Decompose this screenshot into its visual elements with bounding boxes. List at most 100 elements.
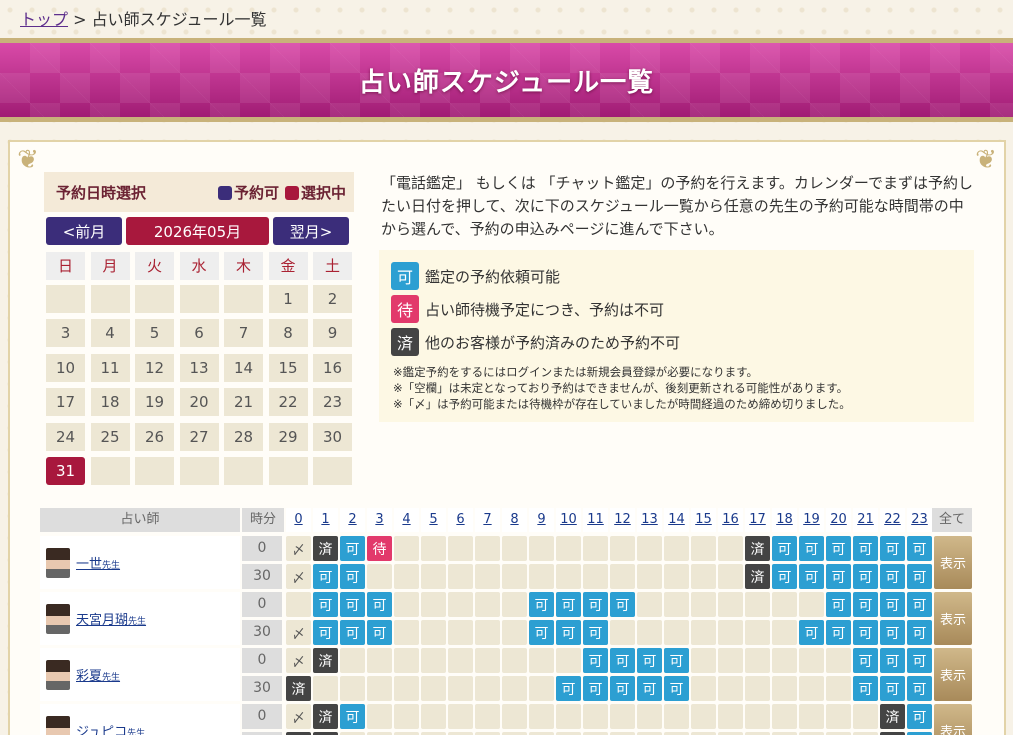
calendar-day[interactable]: 4 bbox=[90, 319, 130, 348]
hour-link[interactable]: 22 bbox=[880, 508, 905, 532]
available-slot[interactable]: 可 bbox=[880, 676, 905, 701]
hour-link[interactable]: 0 bbox=[286, 508, 311, 532]
avatar[interactable] bbox=[46, 603, 70, 634]
hour-link[interactable]: 16 bbox=[718, 508, 743, 532]
calendar-day[interactable]: 14 bbox=[224, 353, 263, 382]
fortune-teller-name[interactable]: 天宮月瑚 bbox=[76, 613, 128, 628]
available-slot[interactable]: 可 bbox=[637, 648, 662, 673]
available-slot[interactable]: 可 bbox=[556, 620, 581, 645]
show-button[interactable]: 表示 bbox=[934, 648, 972, 701]
available-slot[interactable]: 可 bbox=[907, 648, 932, 673]
calendar-day[interactable]: 1 bbox=[268, 285, 308, 313]
available-slot[interactable]: 可 bbox=[610, 648, 635, 673]
available-slot[interactable]: 可 bbox=[799, 564, 824, 589]
fortune-teller-link[interactable]: 彩夏先生 bbox=[76, 665, 120, 684]
calendar-day[interactable]: 28 bbox=[224, 422, 263, 451]
available-slot[interactable]: 可 bbox=[826, 536, 851, 561]
calendar-day[interactable]: 12 bbox=[135, 353, 174, 382]
available-slot[interactable]: 可 bbox=[529, 592, 554, 617]
hour-link[interactable]: 18 bbox=[772, 508, 797, 532]
calendar-day[interactable]: 18 bbox=[90, 388, 130, 417]
available-slot[interactable]: 可 bbox=[907, 620, 932, 645]
show-button[interactable]: 表示 bbox=[934, 536, 972, 589]
available-slot[interactable]: 可 bbox=[556, 592, 581, 617]
available-slot[interactable]: 可 bbox=[907, 592, 932, 617]
available-slot[interactable]: 可 bbox=[880, 564, 905, 589]
available-slot[interactable]: 可 bbox=[853, 564, 878, 589]
available-slot[interactable]: 可 bbox=[826, 592, 851, 617]
hour-link[interactable]: 1 bbox=[313, 508, 338, 532]
available-slot[interactable]: 可 bbox=[610, 676, 635, 701]
calendar-day[interactable]: 23 bbox=[313, 388, 352, 417]
calendar-day[interactable]: 17 bbox=[46, 388, 85, 417]
available-slot[interactable]: 可 bbox=[583, 592, 608, 617]
available-slot[interactable]: 可 bbox=[907, 704, 932, 729]
calendar-day[interactable]: 11 bbox=[90, 353, 130, 382]
calendar-day[interactable]: 5 bbox=[135, 319, 174, 348]
hour-link[interactable]: 19 bbox=[799, 508, 824, 532]
fortune-teller-name[interactable]: 彩夏 bbox=[76, 669, 102, 684]
fortune-teller-name[interactable]: 一世 bbox=[76, 557, 102, 572]
available-slot[interactable]: 可 bbox=[880, 536, 905, 561]
available-slot[interactable]: 可 bbox=[367, 620, 392, 645]
calendar-day[interactable]: 19 bbox=[135, 388, 174, 417]
calendar-day[interactable]: 3 bbox=[46, 319, 85, 348]
hour-link[interactable]: 21 bbox=[853, 508, 878, 532]
available-slot[interactable]: 可 bbox=[799, 620, 824, 645]
available-slot[interactable]: 可 bbox=[664, 676, 689, 701]
hour-link[interactable]: 4 bbox=[394, 508, 419, 532]
calendar-day[interactable]: 31 bbox=[46, 457, 85, 485]
available-slot[interactable]: 可 bbox=[556, 676, 581, 701]
calendar-day[interactable]: 6 bbox=[179, 319, 219, 348]
fortune-teller-link[interactable]: ジュピコ先生 bbox=[76, 721, 145, 735]
calendar-day[interactable]: 24 bbox=[46, 422, 85, 451]
hour-link[interactable]: 7 bbox=[475, 508, 500, 532]
hour-link[interactable]: 13 bbox=[637, 508, 662, 532]
available-slot[interactable]: 可 bbox=[637, 676, 662, 701]
calendar-day[interactable]: 10 bbox=[46, 353, 85, 382]
calendar-day[interactable]: 26 bbox=[135, 422, 174, 451]
calendar-day[interactable]: 16 bbox=[313, 353, 352, 382]
show-button[interactable]: 表示 bbox=[934, 592, 972, 645]
available-slot[interactable]: 可 bbox=[583, 620, 608, 645]
available-slot[interactable]: 可 bbox=[853, 676, 878, 701]
hour-link[interactable]: 23 bbox=[907, 508, 932, 532]
hour-link[interactable]: 14 bbox=[664, 508, 689, 532]
available-slot[interactable]: 可 bbox=[340, 620, 365, 645]
available-slot[interactable]: 可 bbox=[313, 592, 338, 617]
available-slot[interactable]: 可 bbox=[340, 564, 365, 589]
available-slot[interactable]: 可 bbox=[313, 564, 338, 589]
fortune-teller-link[interactable]: 一世先生 bbox=[76, 553, 120, 572]
available-slot[interactable]: 可 bbox=[772, 536, 797, 561]
available-slot[interactable]: 可 bbox=[880, 592, 905, 617]
calendar-day[interactable]: 29 bbox=[268, 422, 308, 451]
hour-link[interactable]: 3 bbox=[367, 508, 392, 532]
available-slot[interactable]: 可 bbox=[853, 648, 878, 673]
available-slot[interactable]: 可 bbox=[907, 564, 932, 589]
calendar-day[interactable]: 9 bbox=[313, 319, 352, 348]
available-slot[interactable]: 可 bbox=[772, 564, 797, 589]
available-slot[interactable]: 可 bbox=[583, 676, 608, 701]
hour-link[interactable]: 10 bbox=[556, 508, 581, 532]
calendar-day[interactable]: 8 bbox=[268, 319, 308, 348]
available-slot[interactable]: 可 bbox=[826, 564, 851, 589]
hour-link[interactable]: 5 bbox=[421, 508, 446, 532]
available-slot[interactable]: 可 bbox=[853, 536, 878, 561]
available-slot[interactable]: 可 bbox=[826, 620, 851, 645]
available-slot[interactable]: 可 bbox=[907, 536, 932, 561]
hour-link[interactable]: 20 bbox=[826, 508, 851, 532]
calendar-day[interactable]: 25 bbox=[90, 422, 130, 451]
available-slot[interactable]: 可 bbox=[583, 648, 608, 673]
avatar[interactable] bbox=[46, 659, 70, 690]
available-slot[interactable]: 可 bbox=[880, 648, 905, 673]
hour-link[interactable]: 2 bbox=[340, 508, 365, 532]
available-slot[interactable]: 可 bbox=[610, 592, 635, 617]
fortune-teller-name[interactable]: ジュピコ bbox=[76, 725, 127, 735]
available-slot[interactable]: 可 bbox=[880, 620, 905, 645]
hour-link[interactable]: 15 bbox=[691, 508, 716, 532]
available-slot[interactable]: 可 bbox=[799, 536, 824, 561]
available-slot[interactable]: 可 bbox=[664, 648, 689, 673]
hour-link[interactable]: 8 bbox=[502, 508, 527, 532]
calendar-day[interactable]: 21 bbox=[224, 388, 263, 417]
show-button[interactable]: 表示 bbox=[934, 704, 972, 735]
